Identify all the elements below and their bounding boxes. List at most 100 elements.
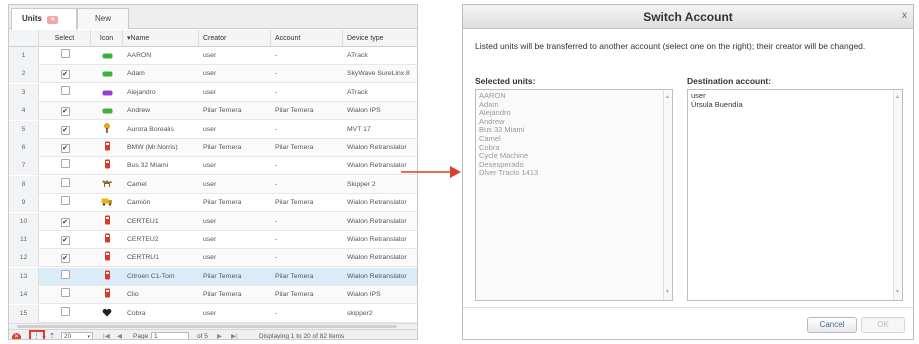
checked-checkbox[interactable]: ✔ — [60, 144, 70, 153]
per-page-value: 20 — [64, 333, 72, 340]
unit-name[interactable]: Camel — [123, 176, 199, 194]
unit-name[interactable]: Alejandro — [123, 84, 199, 102]
destination-account-scrollbar[interactable]: ▲ ▼ — [893, 90, 902, 300]
tab-new[interactable]: New — [77, 8, 129, 29]
column-header-creator[interactable]: Creator — [199, 30, 271, 47]
unit-name[interactable]: Clio — [123, 286, 199, 304]
unchecked-checkbox[interactable] — [60, 85, 70, 95]
per-page-select[interactable]: 20 ▾ — [61, 332, 93, 340]
red-bus-icon — [104, 251, 111, 261]
checked-checkbox[interactable]: ✔ — [60, 236, 70, 245]
unit-name[interactable]: Bus 32 Miami — [123, 157, 199, 175]
scroll-down-icon[interactable]: ▼ — [665, 288, 670, 297]
prev-page-icon[interactable]: ◀ — [117, 330, 122, 339]
table-row[interactable]: 6 ✔ BMW (Mr.Norris) Pilar Ternera Pilar Tern… — [9, 139, 417, 157]
cancel-button[interactable]: Cancel — [807, 317, 857, 333]
row-number: 13 — [9, 267, 39, 286]
unchecked-checkbox[interactable] — [60, 288, 70, 298]
table-row[interactable]: 8 Camel user - Skipper 2 — [9, 175, 417, 194]
checked-checkbox[interactable]: ✔ — [60, 70, 70, 80]
column-header-select[interactable]: Select — [39, 30, 91, 47]
unit-name[interactable]: CERTEU2 — [123, 231, 199, 249]
unit-name[interactable]: CERTEU1 — [123, 213, 199, 231]
unchecked-checkbox[interactable] — [60, 49, 70, 58]
tab-units[interactable]: Units ✕ — [11, 8, 77, 30]
delete-icon[interactable]: ✕ — [12, 333, 21, 339]
column-header-icon[interactable]: Icon — [91, 30, 123, 47]
checked-checkbox[interactable]: ✔ — [60, 217, 70, 227]
unit-name[interactable]: Camión — [123, 194, 199, 212]
scroll-up-icon[interactable]: ▲ — [665, 93, 670, 102]
checked-checkbox[interactable]: ✔ — [60, 125, 70, 135]
table-row[interactable]: 13 Citroen C1-Tom Pilar Ternera Pilar Terne… — [9, 267, 417, 286]
table-row[interactable]: 3 Alejandro user - ATrack — [9, 83, 417, 102]
unit-name[interactable]: AARON — [123, 47, 199, 65]
unit-name[interactable]: Adam — [123, 65, 199, 83]
unchecked-checkbox[interactable] — [60, 159, 70, 169]
next-page-icon[interactable]: ▶ — [217, 330, 222, 339]
unit-creator: user — [203, 88, 217, 96]
unit-creator: Pilar Ternera — [203, 107, 242, 115]
unchecked-checkbox[interactable] — [60, 196, 70, 206]
unit-name[interactable]: Aurora Borealis — [123, 121, 199, 139]
row-number: 11 — [9, 231, 39, 249]
list-item[interactable]: Úrsula Buendía — [691, 100, 899, 110]
table-row[interactable]: 15 Cobra user - skipper2 — [9, 304, 417, 323]
row-number: 14 — [9, 286, 39, 305]
selected-units-scrollbar[interactable]: ▲ ▼ — [663, 90, 672, 300]
unit-name[interactable]: CERTRU1 — [123, 249, 199, 267]
unit-device-type: ATrack — [347, 88, 368, 96]
switch-account-icon[interactable]: ⋮→ — [33, 330, 47, 339]
table-row[interactable]: 2 ✔ Adam user - SkyWave SureLinx 8 — [9, 65, 417, 84]
table-row[interactable]: 4 ✔ Andrew Pilar Ternera Pilar Ternera Wialon… — [9, 102, 417, 121]
unit-device-type: Wialon Retranslator — [347, 144, 407, 151]
scroll-up-icon[interactable]: ▲ — [895, 93, 900, 102]
unit-creator: Pilar Ternera — [203, 199, 242, 207]
unit-device-type: Wialon Retranslator — [347, 272, 407, 280]
ok-button[interactable]: OK — [861, 317, 905, 333]
first-page-icon[interactable]: |◀ — [103, 330, 110, 339]
selected-units-list[interactable]: AARON Adam Alejandro Andrew Bus 32 Miami Came… — [475, 89, 673, 301]
unchecked-checkbox[interactable] — [60, 306, 70, 316]
select-cell — [39, 157, 91, 175]
table-row[interactable]: 11 ✔ CERTEU2 user - Wialon Retranslator — [9, 231, 417, 249]
row-number: 15 — [9, 304, 39, 323]
destination-account-list[interactable]: user Úrsula Buendía ▲ ▼ — [687, 89, 903, 301]
unit-creator: user — [203, 125, 217, 133]
scrollbar-thumb[interactable] — [17, 325, 397, 328]
unit-name[interactable]: Citroen C1-Tom — [123, 268, 199, 286]
table-row[interactable]: 5 ✔ Aurora Borealis user - MVT 17 — [9, 120, 417, 139]
column-header-name[interactable]: ▾Name — [123, 30, 199, 47]
table-row[interactable]: 1 AARON user - ATrack — [9, 47, 417, 65]
paging-status: Displaying 1 to 20 of 82 items — [259, 333, 345, 340]
last-page-icon[interactable]: ▶| — [231, 330, 238, 339]
row-number: 10 — [9, 212, 39, 231]
unit-creator: Pilar Ternera — [203, 272, 242, 280]
column-header-account[interactable]: Account — [271, 30, 343, 47]
table-row[interactable]: 14 Clio Pilar Ternera Pilar Ternera Wialon I… — [9, 286, 417, 305]
unit-name[interactable]: BMW (Mr.Norris) — [123, 139, 199, 157]
close-icon[interactable]: x — [902, 7, 907, 25]
unit-name[interactable]: Cobra — [123, 305, 199, 323]
list-item: Alejandro — [479, 108, 511, 118]
list-item: Bus 32 Miami — [479, 125, 525, 135]
scroll-down-icon[interactable]: ▼ — [895, 288, 900, 297]
page-number-input[interactable]: 1 — [151, 332, 189, 339]
unchecked-checkbox[interactable] — [60, 177, 70, 187]
unit-account: Pilar Ternera — [275, 199, 314, 207]
column-header-device-type[interactable]: Device type — [343, 30, 417, 47]
selected-units-label: Selected units: — [475, 76, 536, 86]
close-tab-icon[interactable]: ✕ — [47, 16, 59, 24]
checked-checkbox[interactable]: ✔ — [60, 107, 70, 117]
table-row[interactable]: 9 Camión Pilar Ternera Pilar Ternera Wialon … — [9, 194, 417, 213]
unit-name[interactable]: Andrew — [123, 102, 199, 120]
checked-checkbox[interactable]: ✔ — [60, 254, 70, 264]
table-row[interactable]: 12 ✔ CERTRU1 user - Wialon Retranslator — [9, 249, 417, 268]
upload-icon[interactable]: ⇡ — [49, 330, 55, 339]
unchecked-checkbox[interactable] — [60, 269, 70, 279]
table-row[interactable]: 10 ✔ CERTEU1 user - Wialon Retranslator — [9, 212, 417, 231]
list-item: Camel — [479, 133, 501, 143]
units-panel: Units ✕ New Select Icon ▾Name Creator Ac… — [8, 4, 418, 340]
destination-account-label: Destination account: — [687, 76, 772, 86]
table-row[interactable]: 7 Bus 32 Miami user - Wialon Retranslator — [9, 157, 417, 176]
